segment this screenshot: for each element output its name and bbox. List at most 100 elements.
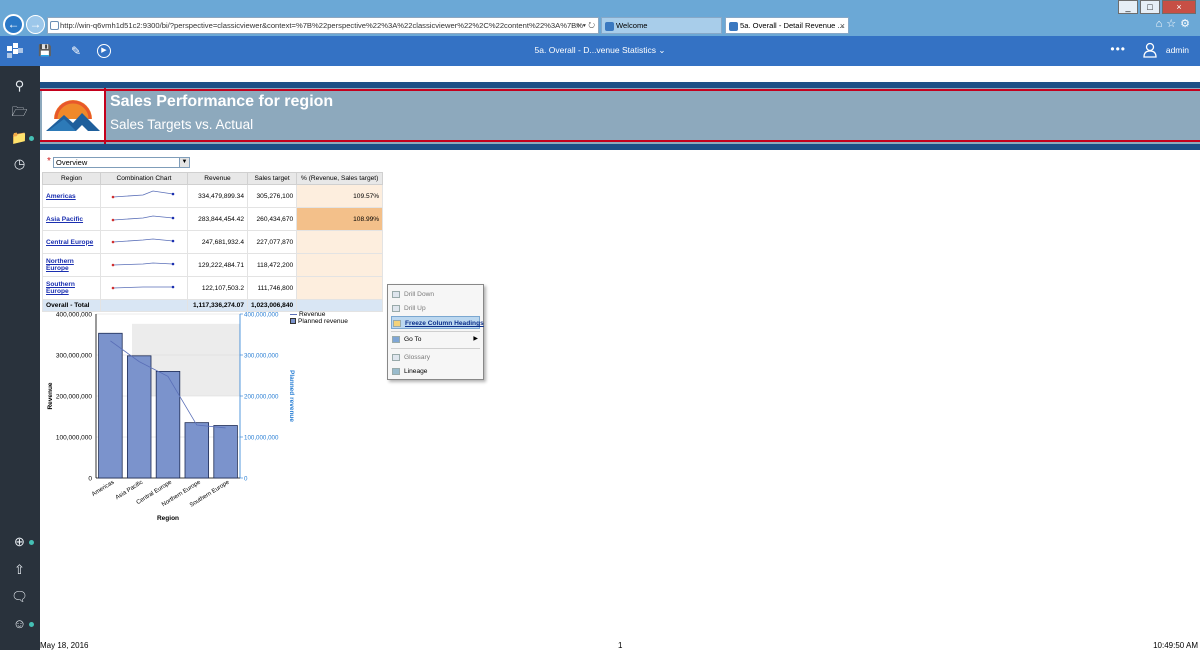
user-icon[interactable] (1143, 42, 1157, 58)
banner-divider (104, 88, 106, 144)
restore-button[interactable]: □ (1140, 0, 1160, 14)
menu-item-freeze-column-headings[interactable]: Freeze Column Headings (391, 316, 484, 329)
drill-down-icon (392, 291, 400, 298)
col-header-region[interactable]: Region (42, 172, 101, 185)
percent-cell[interactable] (296, 230, 384, 254)
comment-icon[interactable]: 🗨 (11, 588, 28, 605)
menu-item-drill-up[interactable]: Drill Up (391, 302, 480, 315)
close-tab-icon[interactable]: × (840, 18, 845, 33)
x-axis-label: Region (157, 515, 179, 522)
sparkline-cell (100, 184, 188, 208)
report-title-dropdown[interactable]: 5a. Overall - D...venue Statistics ⌄ (0, 45, 1200, 56)
legend-bar-swatch (290, 318, 296, 325)
close-window-button[interactable]: × (1162, 0, 1196, 14)
glossary-icon (392, 354, 400, 361)
report-banner: Sales Performance for region Sales Targe… (40, 88, 1200, 144)
sparkline-cell (100, 230, 188, 254)
footer-date: May 18, 2016 (40, 641, 89, 650)
forward-arrow-icon[interactable]: → (26, 15, 45, 34)
bar-planned-revenue (184, 422, 210, 479)
address-bar[interactable]: http://win-q6vmh1d51c2:9300/bi/?perspect… (47, 17, 599, 34)
chevron-down-icon[interactable]: ▼ (179, 158, 189, 167)
url-text: http://win-q6vmh1d51c2:9300/bi/?perspect… (60, 21, 583, 30)
tab-report[interactable]: 5a. Overall - Detail Revenue ... × (725, 17, 849, 34)
table-row: Northern Europe 129,222,484.71 118,472,200 (42, 253, 384, 277)
target-cell[interactable]: 227,077,870 (246, 230, 298, 254)
user-name[interactable]: admin (1166, 45, 1189, 55)
table-row: Central Europe 247,681,932.4 227,077,870 (42, 230, 384, 254)
company-logo-icon (42, 91, 104, 140)
sparkline-point (111, 195, 115, 199)
region-link[interactable]: Americas (42, 184, 101, 208)
revenue-cell[interactable]: 334,479,899.34 (187, 184, 248, 208)
upload-icon[interactable]: ⇧ (11, 561, 28, 578)
my-content-icon[interactable]: 🗁 (11, 103, 28, 120)
bar-planned-revenue (213, 425, 238, 479)
app-bar: 💾 ✎ ▶ 5a. Overall - D...venue Statistics… (0, 36, 1200, 66)
table-row: Asia Pacific 283,844,454.42 260,434,670 108… (42, 207, 384, 231)
new-icon[interactable]: ⊕ (11, 533, 28, 550)
region-link[interactable]: Asia Pacific (42, 207, 101, 231)
target-cell[interactable]: 111,746,800 (246, 276, 298, 300)
target-cell[interactable]: 305,276,100 (246, 184, 298, 208)
table-row: Americas 334,479,899.34 305,276,100 109.57% (42, 184, 384, 208)
home-favorites-tools-icon[interactable]: ⌂☆⚙ (1156, 17, 1194, 30)
percent-cell[interactable]: 108.99% (296, 207, 384, 231)
revenue-cell[interactable]: 122,107,503.2 (187, 276, 248, 300)
footer-page-number: 1 (618, 641, 623, 650)
target-cell[interactable]: 260,434,670 (246, 207, 298, 231)
sparkline-path (112, 262, 174, 266)
more-icon[interactable]: ••• (1110, 42, 1126, 56)
region-link[interactable]: Southern Europe (42, 276, 101, 300)
go-to-icon (392, 336, 400, 343)
revenue-cell[interactable]: 129,222,484.71 (187, 253, 248, 277)
region-link[interactable]: Northern Europe (42, 253, 101, 277)
target-cell[interactable]: 118,472,200 (246, 253, 298, 277)
banner-band (40, 144, 1200, 150)
revenue-cell[interactable]: 247,681,932.4 (187, 230, 248, 254)
legend-label: Revenue (299, 311, 326, 318)
search-refresh-icon[interactable]: ⌕ ▾ ↻ (576, 18, 595, 33)
col-header-percent[interactable]: % (Revenue, Sales target) (296, 172, 384, 185)
menu-item-go-to[interactable]: Go To ▶ (391, 333, 480, 346)
col-header-revenue[interactable]: Revenue (187, 172, 248, 185)
menu-item-glossary[interactable]: Glossary (391, 351, 480, 364)
percent-cell[interactable]: 109.57% (296, 184, 384, 208)
revenue-cell[interactable]: 283,844,454.42 (187, 207, 248, 231)
percent-cell[interactable] (296, 276, 384, 300)
favicon-icon (729, 22, 738, 31)
sparkline-point (111, 218, 115, 222)
banner-title: Sales Performance for region (110, 93, 334, 110)
search-icon[interactable]: ⚲ (11, 77, 28, 94)
overview-select[interactable]: Overview ▼ (53, 157, 190, 168)
required-mark: * (47, 156, 51, 167)
tab-welcome[interactable]: Welcome (601, 17, 722, 34)
banner-subtitle: Sales Targets vs. Actual (110, 117, 254, 132)
region-link[interactable]: Central Europe (42, 230, 101, 254)
menu-item-label: Glossary (404, 354, 431, 361)
manage-icon[interactable]: ☺ (11, 615, 28, 632)
menu-item-lineage[interactable]: Lineage (391, 365, 480, 378)
y2-tick-label: 100,000,000 (244, 435, 279, 442)
col-header-sales-target[interactable]: Sales target (246, 172, 298, 185)
menu-item-drill-down[interactable]: Drill Down (391, 288, 480, 301)
y-tick-label: 100,000,000 (56, 435, 93, 442)
menu-item-label: Go To (404, 336, 422, 343)
window-controls: _ □ × (1118, 0, 1196, 14)
menu-item-label: Freeze Column Headings (405, 320, 484, 327)
sparkline-point (111, 286, 115, 290)
recent-icon[interactable]: ◷ (11, 155, 28, 172)
banner-rule (40, 140, 1200, 142)
team-content-icon[interactable]: 📁 (11, 129, 28, 146)
y2-tick-label: 200,000,000 (244, 394, 279, 401)
drill-up-icon (392, 305, 400, 312)
percent-cell[interactable] (296, 253, 384, 277)
y-tick-label: 0 (88, 476, 92, 483)
sparkline (111, 215, 175, 222)
sparkline-point (171, 285, 175, 289)
freeze-icon (393, 320, 401, 327)
back-arrow-icon[interactable]: ← (3, 14, 24, 35)
col-header-combination-chart[interactable]: Combination Chart (100, 172, 188, 185)
lineage-icon (392, 368, 400, 375)
minimize-button[interactable]: _ (1118, 0, 1138, 14)
